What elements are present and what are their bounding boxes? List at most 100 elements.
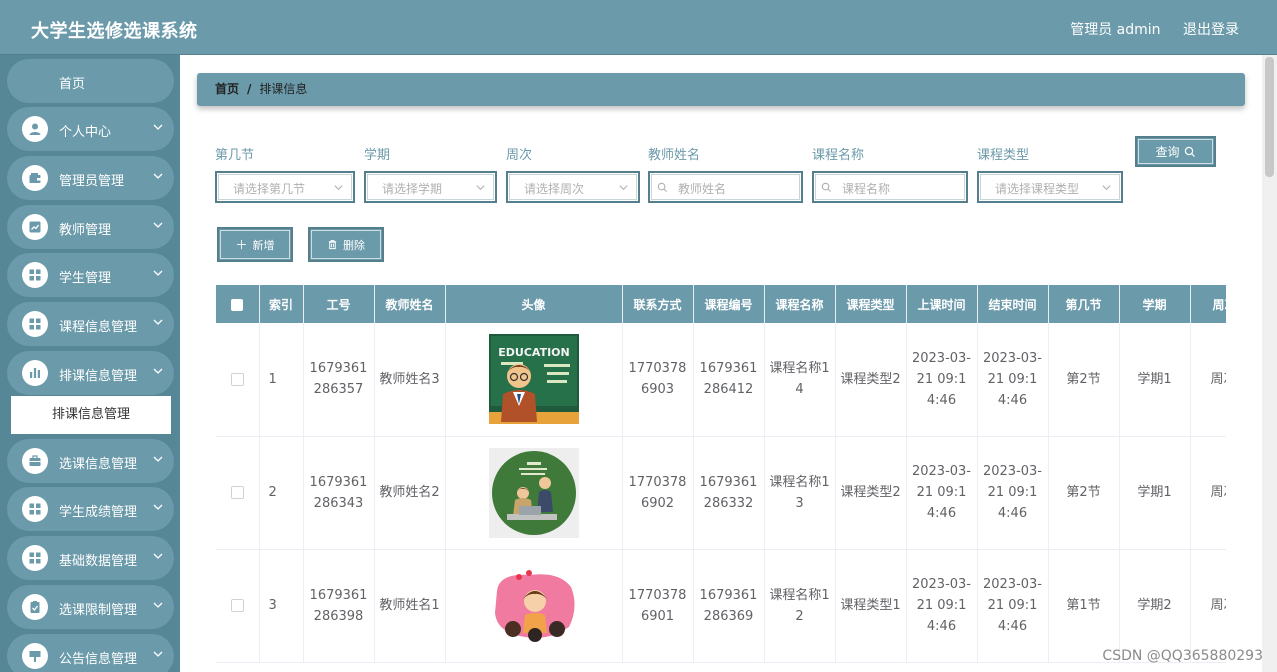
avatar[interactable] [488, 560, 579, 651]
column-header: 课程名称 [764, 285, 836, 323]
sidebar-item-selection-management[interactable]: 选课信息管理 [7, 439, 174, 483]
select-all-checkbox[interactable] [231, 298, 244, 311]
sidebar-item-label: 学生成绩管理 [59, 505, 138, 520]
sidebar-item-personal-center[interactable]: 个人中心 [7, 107, 174, 151]
grid-icon [22, 262, 48, 288]
cell-course-name: 课程名称12 [764, 549, 836, 663]
column-header: 周次 [1190, 285, 1226, 323]
sidebar-item-grades-management[interactable]: 学生成绩管理 [7, 487, 174, 531]
logout-link[interactable]: 退出登录 [1183, 22, 1239, 38]
row-select-cell[interactable] [216, 323, 260, 437]
sidebar-item-home[interactable]: 首页 [7, 59, 174, 103]
row-select-cell[interactable] [216, 549, 260, 663]
briefcase-icon [22, 448, 48, 474]
cell-start-time: 2023-03-21 09:14:46 [906, 549, 978, 663]
sidebar-item-teacher-management[interactable]: 教师管理 [7, 205, 174, 249]
sidebar-item-label: 首页 [58, 77, 85, 92]
cell-job-no: 1679361286357 [303, 323, 375, 437]
sidebar-item-label: 管理员管理 [59, 174, 125, 189]
cell-week: 周次 [1190, 323, 1226, 437]
delete-button[interactable]: 删除 [308, 227, 384, 262]
breadcrumb-home[interactable]: 首页 [215, 82, 239, 96]
grid-icon [22, 545, 48, 571]
course-name-input[interactable]: 课程名称 [812, 171, 968, 203]
section-select[interactable]: 请选择第几节 [215, 171, 355, 203]
search-icon [1184, 146, 1195, 157]
avatar[interactable]: EDUCATION [488, 334, 579, 425]
cell-course-no: 1679361286412 [693, 323, 765, 437]
table-row: 3 1679361286398 教师姓名1 17703786901 167936… [216, 549, 1226, 663]
row-select-cell[interactable] [216, 436, 260, 550]
column-header: 课程类型 [835, 285, 907, 323]
cell-week: 周次 [1190, 549, 1226, 663]
grid-icon [22, 311, 48, 337]
filter-label-course-type: 课程类型 [977, 148, 1030, 163]
select-all-header[interactable] [216, 285, 260, 323]
sidebar-item-base-data-management[interactable]: 基础数据管理 [7, 536, 174, 580]
submenu-item-schedule-management[interactable]: 排课信息管理 [11, 396, 171, 434]
course-type-select[interactable]: 请选择课程类型 [977, 171, 1123, 203]
teacher-name-placeholder: 教师姓名 [678, 182, 727, 196]
column-header: 头像 [445, 285, 623, 323]
week-select-placeholder: 请选择周次 [524, 182, 585, 196]
cell-job-no: 1679361286398 [303, 549, 375, 663]
column-header: 结束时间 [977, 285, 1049, 323]
sidebar-item-selection-limit-management[interactable]: 选课限制管理 [7, 585, 174, 629]
column-header: 学期 [1119, 285, 1191, 323]
svg-text:EDUCATION: EDUCATION [498, 346, 569, 359]
cell-job-no: 1679361286343 [303, 436, 375, 550]
chevron-down-icon [153, 504, 163, 510]
page-scrollbar[interactable] [1262, 55, 1277, 672]
term-select[interactable]: 请选择学期 [364, 171, 497, 203]
chart-icon [22, 214, 48, 240]
cell-end-time: 2023-03-21 09:14:46 [977, 549, 1049, 663]
section-select-placeholder: 请选择第几节 [233, 182, 306, 196]
sidebar-item-label: 学生管理 [59, 271, 112, 286]
column-header: 工号 [303, 285, 375, 323]
sidebar-item-label: 课程信息管理 [59, 320, 138, 335]
cell-avatar [445, 549, 623, 663]
sidebar-item-label: 基础数据管理 [59, 554, 138, 569]
add-button[interactable]: ＋ 新增 [217, 227, 293, 262]
chevron-down-icon [153, 602, 163, 608]
sidebar-item-admin-management[interactable]: 管理员管理 [7, 156, 174, 200]
filter-label-week: 周次 [506, 148, 533, 163]
cell-end-time: 2023-03-21 09:14:46 [977, 436, 1049, 550]
sidebar-item-notice-management[interactable]: 公告信息管理 [7, 634, 174, 672]
cell-start-time: 2023-03-21 09:14:46 [906, 436, 978, 550]
week-select[interactable]: 请选择周次 [506, 171, 640, 203]
cell-course-type: 课程类型2 [835, 323, 907, 437]
grid-icon [22, 496, 48, 522]
sidebar-item-course-management[interactable]: 课程信息管理 [7, 302, 174, 346]
row-checkbox[interactable] [230, 372, 244, 386]
cell-index: 2 [259, 436, 304, 550]
sidebar-item-label: 个人中心 [59, 125, 112, 140]
row-checkbox[interactable] [230, 599, 244, 612]
cell-course-no: 1679361286369 [693, 549, 765, 663]
sidebar-item-label: 教师管理 [59, 223, 112, 238]
cell-phone: 17703786902 [622, 436, 694, 550]
scrollbar-thumb[interactable] [1265, 57, 1274, 177]
teacher-name-input[interactable]: 教师姓名 [648, 171, 803, 203]
sidebar-item-label: 排课信息管理 [59, 369, 138, 384]
row-checkbox[interactable] [230, 486, 244, 499]
chevron-down-icon [476, 185, 485, 191]
cell-course-type: 课程类型1 [835, 549, 907, 663]
sidebar-item-schedule-management[interactable]: 排课信息管理 [7, 351, 174, 395]
filter-label-course-name: 课程名称 [812, 148, 865, 163]
wallet-icon [22, 165, 48, 191]
chevron-down-icon [153, 124, 163, 130]
query-button[interactable]: 查询 [1135, 136, 1216, 167]
breadcrumb-separator: / [247, 82, 252, 96]
cell-teacher-name: 教师姓名1 [374, 549, 446, 663]
cell-start-time: 2023-03-21 09:14:46 [906, 323, 978, 437]
sidebar-item-student-management[interactable]: 学生管理 [7, 253, 174, 297]
cell-section: 第1节 [1048, 549, 1120, 663]
delete-button-label: 删除 [343, 238, 365, 252]
cell-course-type: 课程类型2 [835, 436, 907, 550]
cell-course-name: 课程名称14 [764, 323, 836, 437]
avatar[interactable] [488, 447, 579, 538]
chevron-down-icon [153, 222, 163, 228]
filter-label-section: 第几节 [215, 148, 255, 163]
cell-course-no: 1679361286332 [693, 436, 765, 550]
